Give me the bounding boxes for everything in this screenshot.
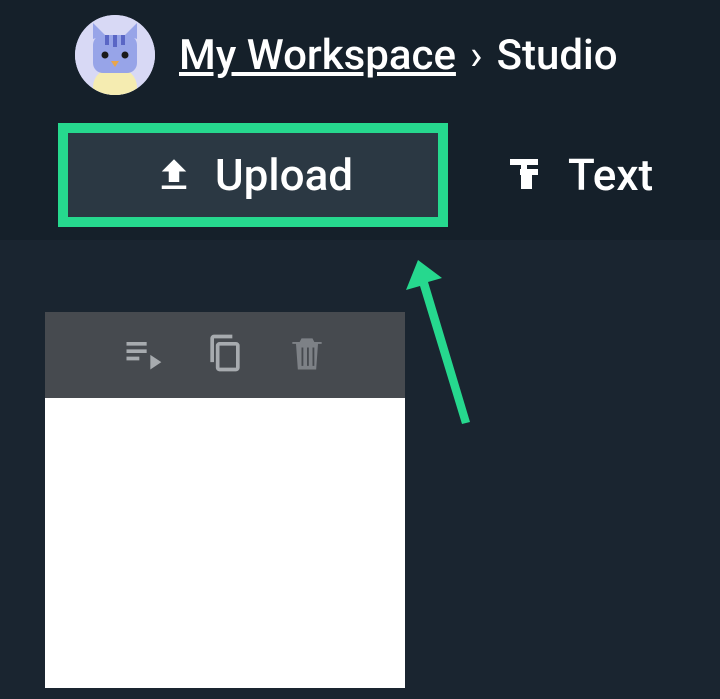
tab-bar: Upload Text: [0, 110, 720, 240]
playlist-icon[interactable]: [121, 331, 165, 379]
breadcrumb: My Workspace › Studio: [179, 31, 618, 80]
breadcrumb-current: Studio: [497, 31, 618, 80]
slide-card: [45, 312, 405, 688]
upload-icon: [153, 154, 195, 196]
copy-icon[interactable]: [203, 331, 247, 379]
avatar[interactable]: [75, 15, 155, 95]
slide-body[interactable]: [45, 398, 405, 688]
tab-text[interactable]: Text: [500, 123, 653, 227]
tab-text-label: Text: [568, 149, 653, 201]
tab-upload[interactable]: Upload: [58, 123, 448, 227]
header-bar: My Workspace › Studio: [0, 0, 720, 110]
text-format-icon: [500, 151, 548, 199]
slide-toolbar: [45, 312, 405, 398]
tab-upload-label: Upload: [215, 149, 353, 201]
trash-icon[interactable]: [285, 331, 329, 379]
breadcrumb-workspace-link[interactable]: My Workspace: [179, 31, 456, 80]
breadcrumb-separator: ›: [470, 31, 483, 80]
content-area: [0, 240, 720, 688]
